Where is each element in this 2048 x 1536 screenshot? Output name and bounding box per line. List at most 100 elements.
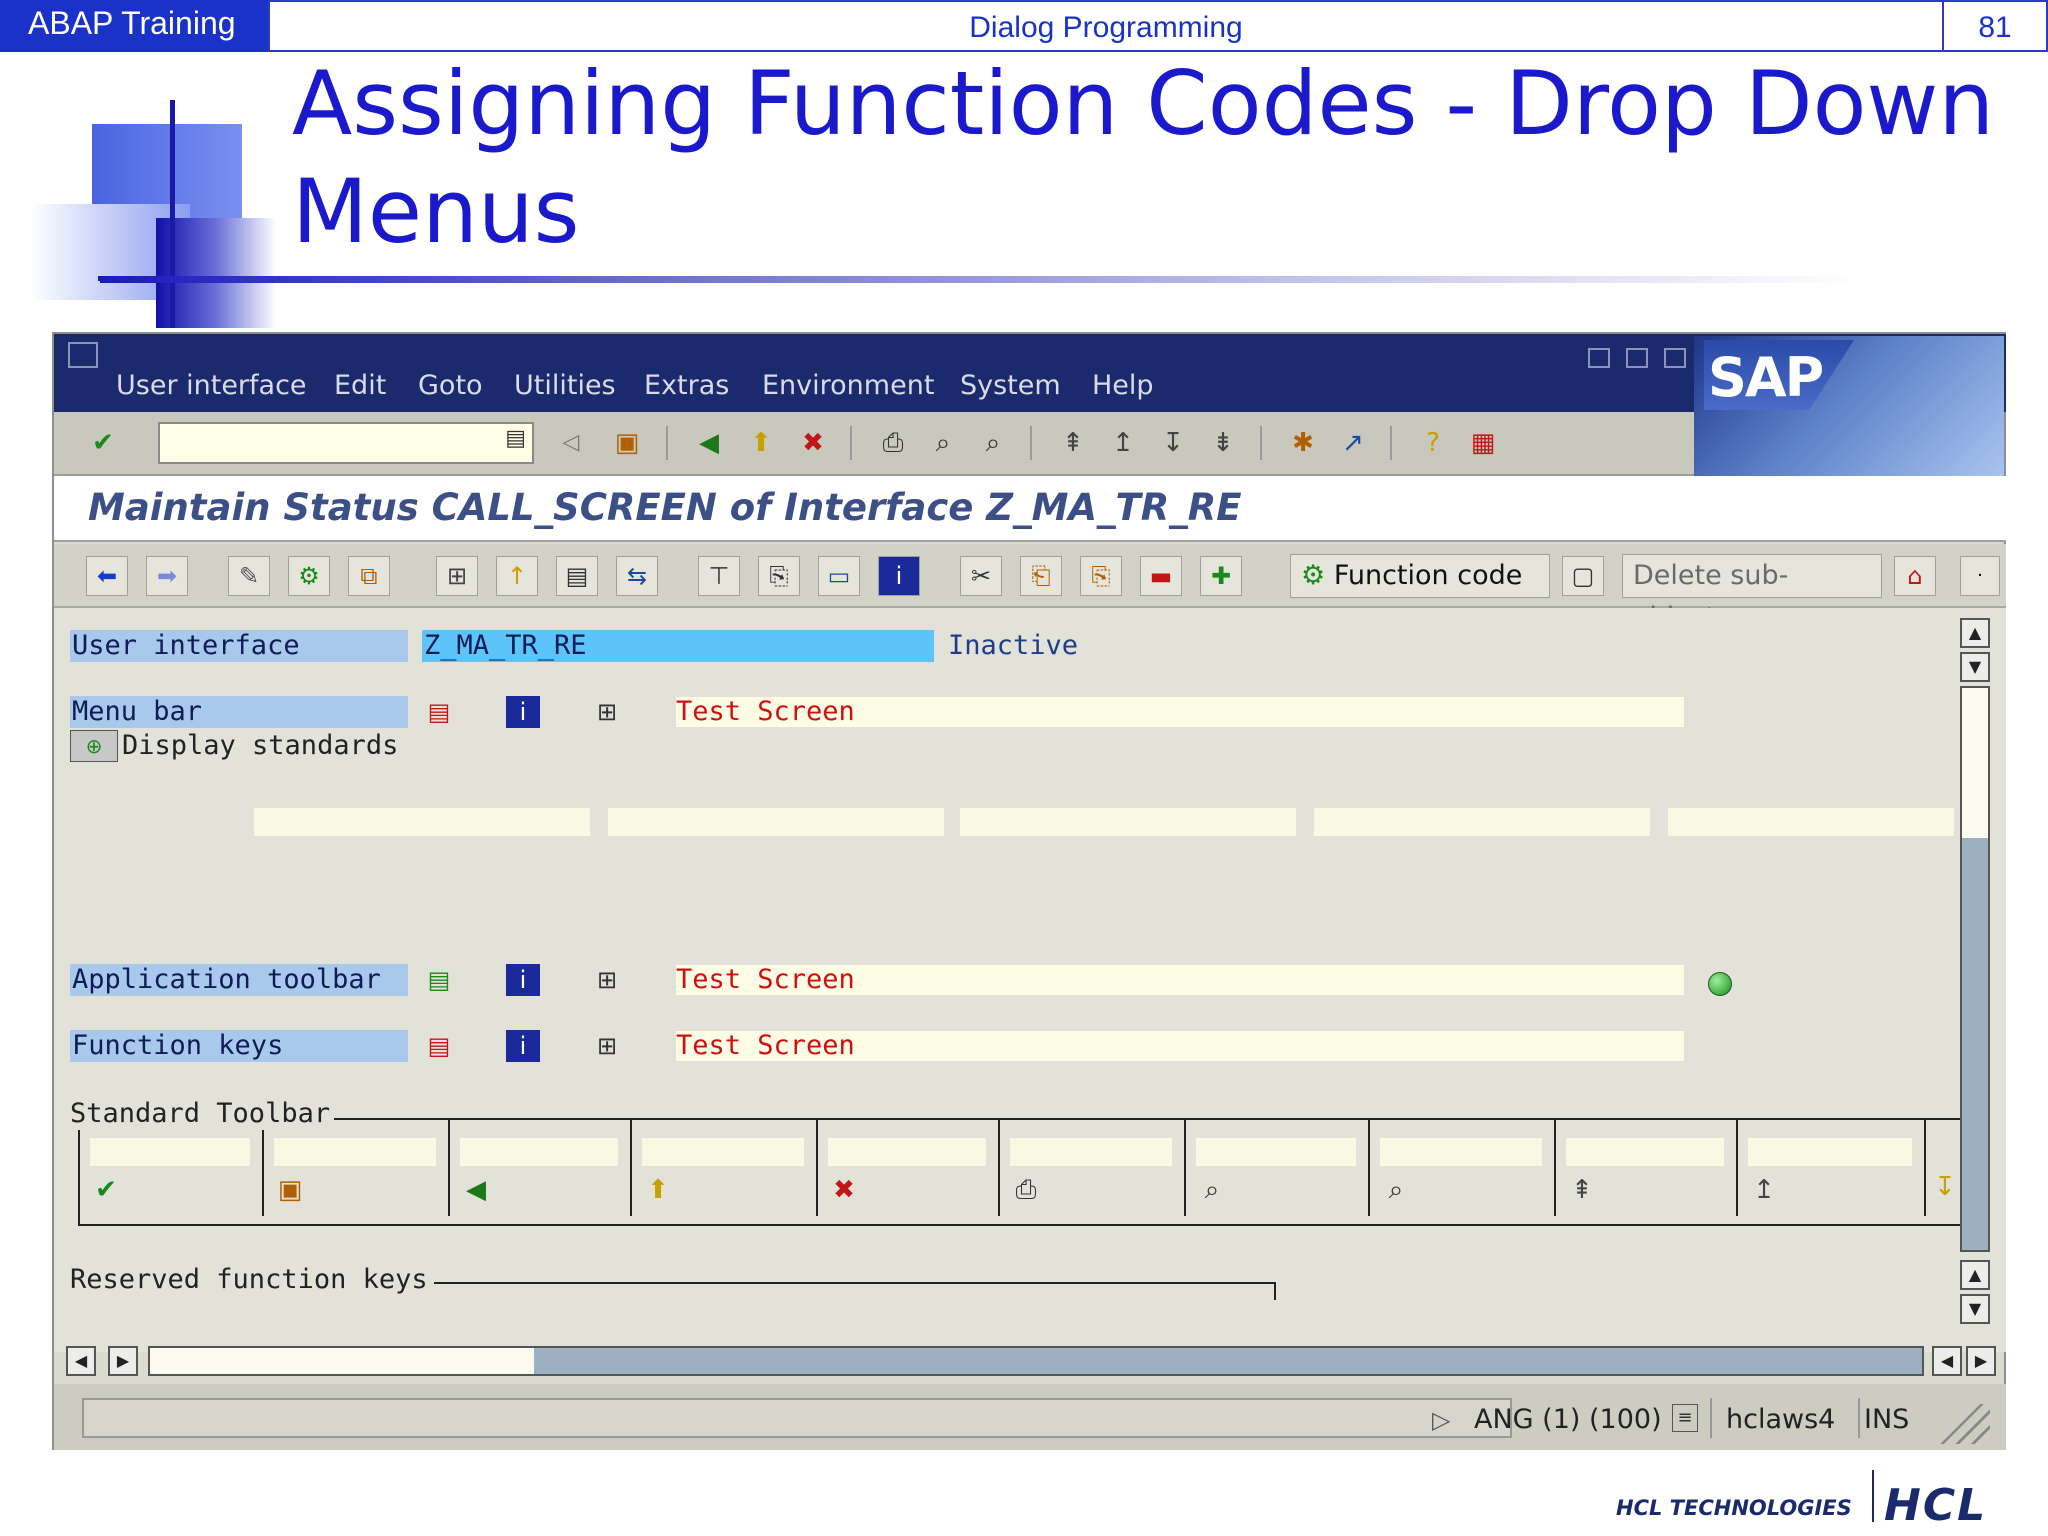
display-change-icon[interactable]: ✎	[228, 556, 270, 596]
std-cell-input[interactable]	[460, 1138, 618, 1166]
menu-entry-field-5[interactable]	[1668, 808, 1954, 836]
scroll-left-button-right[interactable]: ◀	[1932, 1346, 1962, 1376]
create-session-icon[interactable]: ✱	[1286, 426, 1320, 460]
stamp-icon[interactable]: ⌂	[1894, 556, 1936, 596]
paste-icon[interactable]: ⎘	[1080, 556, 1122, 596]
std-cell-input[interactable]	[1196, 1138, 1356, 1166]
scroll-down-button[interactable]: ▼	[1960, 652, 1990, 682]
sap-title-bar: Maintain Status CALL_SCREEN of Interface…	[54, 476, 2006, 542]
std-cell-input[interactable]	[274, 1138, 436, 1166]
create-shortcut-icon[interactable]: ↗	[1336, 426, 1370, 460]
hierarchy-icon[interactable]: ⊤	[698, 556, 740, 596]
menu-bar-expand-icon[interactable]: ▤	[422, 696, 456, 728]
first-page-icon[interactable]: ⇞	[1056, 426, 1090, 460]
std-cell-input[interactable]	[642, 1138, 804, 1166]
help-icon[interactable]: ?	[1416, 426, 1450, 460]
std-cell-input[interactable]	[1380, 1138, 1542, 1166]
function-keys-hierarchy-icon[interactable]: ⊞	[590, 1030, 624, 1062]
menu-environment[interactable]: Environment	[762, 370, 934, 401]
command-field[interactable]: ▤	[158, 422, 534, 464]
std-cell-input[interactable]	[1566, 1138, 1724, 1166]
scroll-left-button[interactable]: ◀	[66, 1346, 96, 1376]
menu-edit[interactable]: Edit	[334, 370, 386, 401]
std-cell-input[interactable]	[1748, 1138, 1912, 1166]
system-menu-icon[interactable]	[68, 342, 98, 368]
cut-icon[interactable]: ✂	[960, 556, 1002, 596]
scroll-up-button[interactable]: ▲	[1960, 618, 1990, 648]
find-next-icon[interactable]: ⌕	[976, 426, 1010, 460]
std-cell-input[interactable]	[828, 1138, 986, 1166]
minimize-icon[interactable]	[1588, 348, 1610, 368]
print-list-icon[interactable]: ⎘	[758, 556, 800, 596]
vertical-scroll-thumb[interactable]	[1962, 688, 1988, 838]
function-keys-expand-icon[interactable]: ▤	[422, 1030, 456, 1062]
menu-bar-hierarchy-icon[interactable]: ⊞	[590, 696, 624, 728]
menu-entry-field-3[interactable]	[960, 808, 1296, 836]
delete-row-icon[interactable]: ▬	[1140, 556, 1182, 596]
menu-extras[interactable]: Extras	[644, 370, 729, 401]
menu-system[interactable]: System	[960, 370, 1061, 401]
cancel-icon[interactable]: ✖	[796, 426, 830, 460]
function-keys-info-icon[interactable]: i	[506, 1030, 540, 1062]
scroll-right-button[interactable]: ▶	[108, 1346, 138, 1376]
system-info-list-icon[interactable]: ≡	[1672, 1404, 1698, 1432]
menu-bar-info-icon[interactable]: i	[506, 696, 540, 728]
display-standards-label[interactable]: Display standards	[122, 730, 398, 762]
application-toolbar-value[interactable]: Test Screen	[676, 965, 1684, 995]
scroll-up-button-lower[interactable]: ▲	[1960, 1260, 1990, 1290]
application-toolbar-info-icon[interactable]: i	[506, 964, 540, 996]
menu-entry-field-2[interactable]	[608, 808, 944, 836]
insert-row-icon[interactable]: ✚	[1200, 556, 1242, 596]
last-page-icon[interactable]: ⇟	[1206, 426, 1240, 460]
user-interface-value[interactable]: Z_MA_TR_RE	[422, 630, 934, 662]
object-list-icon[interactable]: ⊞	[436, 556, 478, 596]
std-cell-input[interactable]	[90, 1138, 250, 1166]
save-icon[interactable]: ▣	[610, 426, 644, 460]
back-arrow-icon[interactable]: ⬅	[86, 556, 128, 596]
application-toolbar-expand-icon[interactable]: ▤	[422, 964, 456, 996]
menu-help[interactable]: Help	[1092, 370, 1154, 401]
resize-grip-icon[interactable]	[1934, 1404, 1990, 1444]
insert-mode[interactable]: INS	[1864, 1402, 1909, 1438]
exit-icon[interactable]: ⬆	[744, 426, 778, 460]
close-window-icon[interactable]	[1664, 348, 1686, 368]
std-cell-input[interactable]	[1010, 1138, 1172, 1166]
menu-utilities[interactable]: Utilities	[514, 370, 616, 401]
navigation-icon[interactable]: ⇆	[616, 556, 658, 596]
scroll-right-button-right[interactable]: ▶	[1966, 1346, 1996, 1376]
info-icon[interactable]: i	[878, 556, 920, 596]
print-icon[interactable]: ⎙	[876, 426, 910, 460]
menu-goto[interactable]: Goto	[418, 370, 483, 401]
status-expand-icon[interactable]: ▷	[1432, 1402, 1450, 1438]
menu-user-interface[interactable]: User interface	[116, 370, 307, 401]
display-object-icon[interactable]: ▤	[556, 556, 598, 596]
application-toolbar-hierarchy-icon[interactable]: ⊞	[590, 964, 624, 996]
collapse-arrow-icon[interactable]: ◁	[554, 426, 588, 460]
activate-icon[interactable]: ⚙	[288, 556, 330, 596]
function-keys-value[interactable]: Test Screen	[676, 1031, 1684, 1061]
std-cell-enter: ✔	[80, 1120, 264, 1216]
display-standards-icon[interactable]: ⊕	[70, 730, 118, 762]
other-object-icon[interactable]: ⧉	[348, 556, 390, 596]
maximize-icon[interactable]	[1626, 348, 1648, 368]
previous-page-icon[interactable]: ↥	[1106, 426, 1140, 460]
command-history-icon[interactable]: ▤	[505, 426, 526, 451]
next-page-icon[interactable]: ↧	[1156, 426, 1190, 460]
delete-subobject-button[interactable]: Delete sub-object	[1622, 554, 1882, 633]
enter-check-icon[interactable]: ✔	[86, 426, 120, 460]
where-used-icon[interactable]: ↑	[496, 556, 538, 596]
forward-arrow-icon[interactable]: ➡	[146, 556, 188, 596]
detail-icon[interactable]: ▭	[818, 556, 860, 596]
more-buttons-icon[interactable]: ·	[1960, 556, 2000, 596]
scroll-down-button-lower[interactable]: ▼	[1960, 1294, 1990, 1324]
copy-icon[interactable]: ⎗	[1020, 556, 1062, 596]
menu-bar-value[interactable]: Test Screen	[676, 697, 1684, 727]
back-icon[interactable]: ◀	[692, 426, 726, 460]
menu-entry-field-1[interactable]	[254, 808, 590, 836]
menu-entry-field-4[interactable]	[1314, 808, 1650, 836]
new-document-icon[interactable]: ▢	[1562, 556, 1604, 596]
horizontal-scroll-thumb[interactable]	[150, 1348, 534, 1374]
find-icon[interactable]: ⌕	[926, 426, 960, 460]
function-code-button[interactable]: ⚙ Function code	[1290, 554, 1550, 598]
layout-menu-icon[interactable]: ▦	[1466, 426, 1500, 460]
